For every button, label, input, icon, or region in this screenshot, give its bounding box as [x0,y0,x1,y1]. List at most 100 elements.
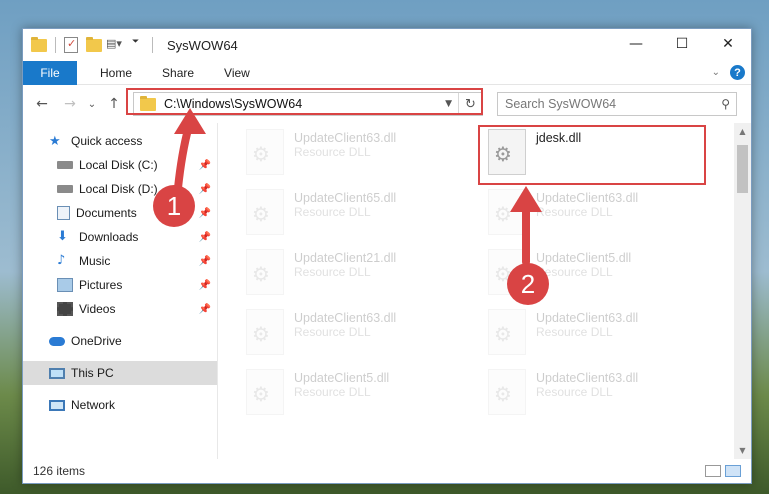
title-bar: ▤▾ ⏷ SysWOW64 — ☐ ✕ [23,29,751,61]
file-type: Resource DLL [294,385,371,399]
up-button[interactable]: ↑ [103,96,125,112]
item-count: 126 items [33,464,86,478]
drive-icon [57,161,73,169]
gear-icon: ⚙ [494,382,512,406]
file-name: UpdateClient63.dll [536,311,639,325]
pin-icon: 📌 [198,231,211,243]
gear-icon: ⚙ [252,262,270,286]
dll-file-icon: ⚙ [488,369,526,415]
sidebar-item-quick-access[interactable]: ★ Quick access [23,129,217,153]
large-icons-view-icon[interactable] [725,465,741,477]
forward-button[interactable]: → [59,96,81,112]
file-item[interactable]: ⚙ UpdateClient21.dll Resource DLL [238,245,468,299]
window-title: SysWOW64 [167,37,238,53]
sidebar-item-local-disk-c[interactable]: Local Disk (C:) 📌 [23,153,217,177]
file-item[interactable]: ⚙ UpdateClient65.dll Resource DLL [238,185,468,239]
dropdown-arrow-icon[interactable]: ⏷ [132,37,148,53]
ribbon-right-controls: ⌄ ? [712,65,745,80]
file-item[interactable]: ⚙ UpdateClient63.dll Resource DLL [480,305,710,359]
pin-icon: 📌 [198,183,211,195]
documents-icon [57,206,70,220]
close-button[interactable]: ✕ [705,29,751,59]
file-name: UpdateClient5.dll [294,371,390,385]
file-type: Resource DLL [294,325,371,339]
scroll-down-icon[interactable]: ▼ [734,442,751,459]
view-switcher [705,465,741,477]
onedrive-icon [49,336,65,346]
ribbon-tabs: File Home Share View ⌄ ? [23,60,751,85]
new-folder-icon[interactable] [86,36,102,52]
tab-view[interactable]: View [209,61,265,85]
vertical-scrollbar[interactable]: ▲ ▼ [734,123,751,459]
file-name: UpdateClient21.dll [294,251,397,265]
file-type: Resource DLL [294,265,371,279]
expand-ribbon-icon[interactable]: ⌄ [712,67,720,78]
gear-icon: ⚙ [494,322,512,346]
sidebar-item-label: Local Disk (C:) [79,158,158,172]
music-icon: ♪ [57,253,66,268]
file-type: Resource DLL [536,205,613,219]
search-input[interactable]: Search SysWOW64 ⚲ [497,92,737,116]
tab-home[interactable]: Home [85,61,147,85]
details-view-icon[interactable] [705,465,721,477]
maximize-button[interactable]: ☐ [659,29,705,59]
sidebar-item-local-disk-d[interactable]: Local Disk (D:) 📌 [23,177,217,201]
jdesk-file-highlight [478,125,706,185]
gear-icon: ⚙ [252,322,270,346]
tab-share[interactable]: Share [147,61,209,85]
sidebar-item-label: Music [79,254,111,268]
recent-locations-button[interactable]: ⌄ [81,99,103,110]
search-icon: ⚲ [721,97,730,111]
file-type: Resource DLL [294,205,371,219]
sidebar-item-music[interactable]: ♪ Music 📌 [23,249,217,273]
sidebar-item-this-pc[interactable]: This PC [23,361,217,385]
file-type: Resource DLL [536,385,613,399]
scroll-thumb[interactable] [737,145,748,193]
file-type: Resource DLL [294,145,371,159]
sidebar-item-downloads[interactable]: ⬇ Downloads 📌 [23,225,217,249]
sidebar-item-label: Videos [79,302,116,316]
sidebar-item-onedrive[interactable]: OneDrive [23,329,217,353]
drive-icon [57,185,73,193]
minimize-button[interactable]: — [613,29,659,59]
quick-access-toolbar: ▤▾ ⏷ [31,36,148,53]
tab-file[interactable]: File [23,60,77,85]
computer-icon [49,367,65,379]
file-name: UpdateClient65.dll [294,191,397,205]
file-name: UpdateClient63.dll [294,131,397,145]
file-item[interactable]: ⚙ UpdateClient5.dll Resource DLL [480,245,710,299]
sidebar-item-label: Documents [76,206,137,220]
sidebar-item-label: OneDrive [71,334,122,348]
dll-file-icon: ⚙ [246,129,284,175]
sidebar-item-videos[interactable]: Videos 📌 [23,297,217,321]
dll-file-icon: ⚙ [488,249,526,295]
gear-icon: ⚙ [252,382,270,406]
file-name: UpdateClient63.dll [294,311,397,325]
file-item[interactable]: ⚙ UpdateClient63.dll Resource DLL [480,365,710,419]
star-icon: ★ [49,134,61,149]
customize-toolbar-icon[interactable]: ▤▾ [106,37,128,53]
file-item[interactable]: ⚙ UpdateClient63.dll Resource DLL [238,305,468,359]
pictures-icon [57,278,73,292]
dll-file-icon: ⚙ [488,189,526,235]
search-placeholder: Search SysWOW64 [505,97,617,111]
properties-icon[interactable] [64,37,78,53]
sidebar-item-documents[interactable]: Documents 📌 [23,201,217,225]
scroll-up-icon[interactable]: ▲ [734,123,751,140]
sidebar-item-network[interactable]: Network [23,393,217,417]
pin-icon: 📌 [198,159,211,171]
toolbar-separator [55,37,56,53]
back-button[interactable]: ← [31,96,53,112]
dll-file-icon: ⚙ [246,309,284,355]
help-icon[interactable]: ? [730,65,745,80]
file-item[interactable]: ⚙ UpdateClient63.dll Resource DLL [480,185,710,239]
network-icon [49,399,65,411]
sidebar-item-pictures[interactable]: Pictures 📌 [23,273,217,297]
gear-icon: ⚙ [252,142,270,166]
file-name: UpdateClient63.dll [536,191,639,205]
file-item[interactable]: ⚙ UpdateClient5.dll Resource DLL [238,365,468,419]
gear-icon: ⚙ [494,262,512,286]
status-bar: 126 items [23,459,751,483]
file-item[interactable]: ⚙ UpdateClient63.dll Resource DLL [238,125,468,179]
